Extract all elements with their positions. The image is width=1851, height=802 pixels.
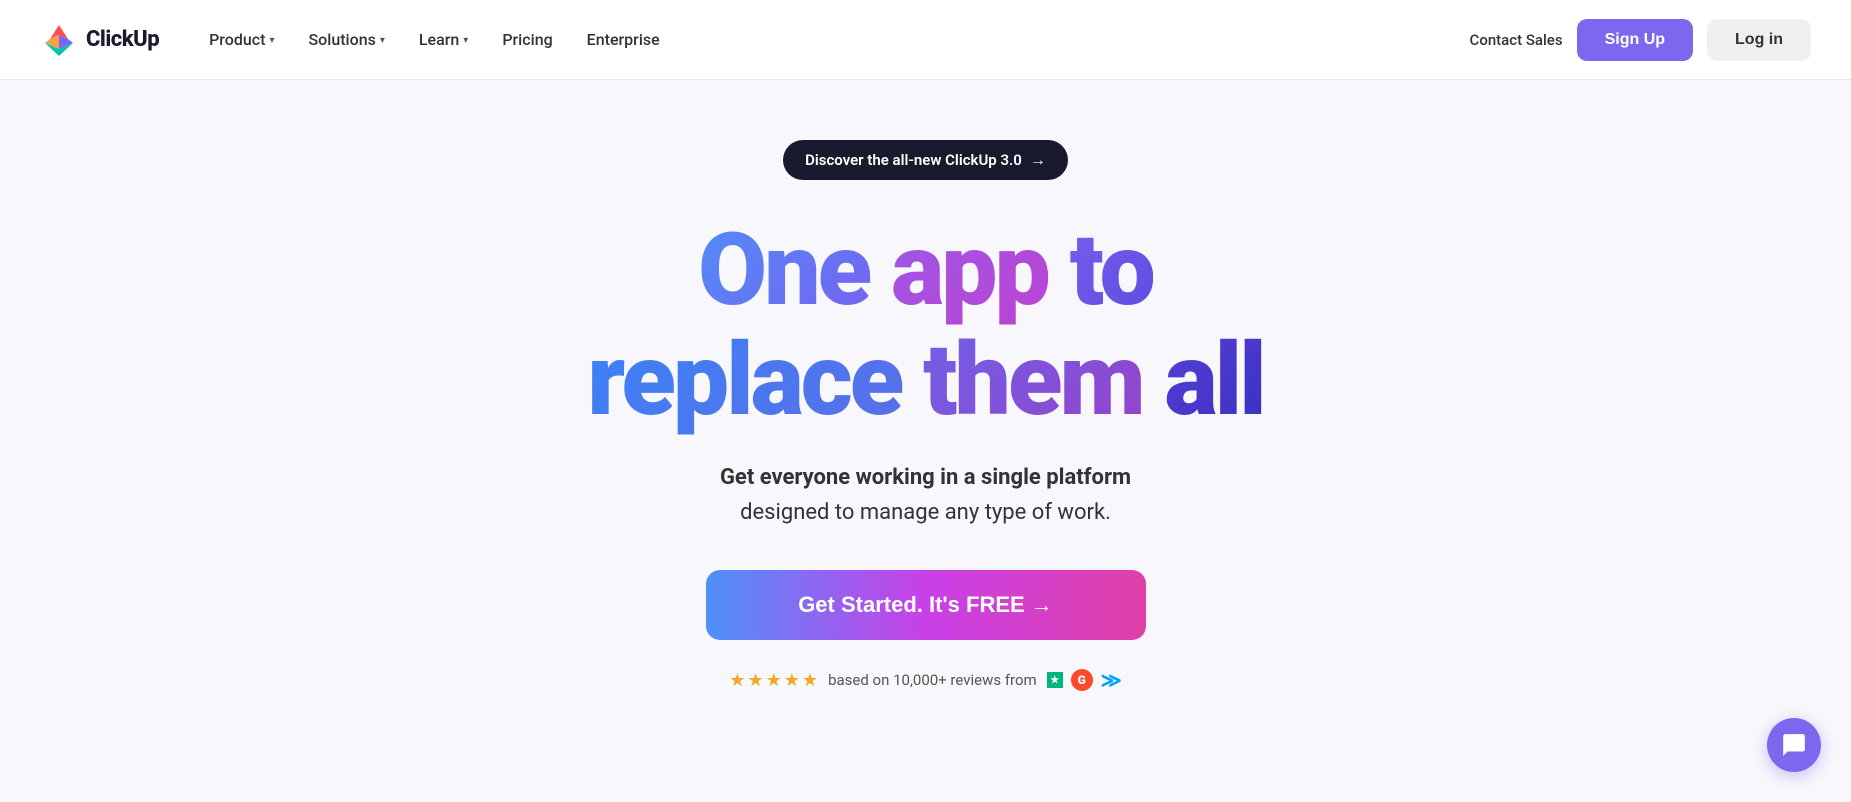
- hero-line2: replace them all: [587, 326, 1263, 436]
- headline-word-all: all: [1165, 322, 1264, 439]
- navbar: ClickUp Product ▾ Solutions ▾ Learn ▾ Pr…: [0, 0, 1851, 80]
- logo[interactable]: ClickUp: [40, 21, 159, 59]
- hero-headline: One app to replace them all: [587, 216, 1263, 436]
- get-started-button[interactable]: Get Started. It's FREE →: [706, 570, 1146, 640]
- trustpilot-logo: ★: [1047, 672, 1063, 688]
- nav-item-solutions[interactable]: Solutions ▾: [294, 22, 398, 57]
- nav-label-product: Product: [209, 30, 265, 49]
- hero-section: Discover the all-new ClickUp 3.0 → One a…: [0, 80, 1851, 732]
- nav-right: Contact Sales Sign Up Log in: [1470, 19, 1811, 61]
- subheadline-normal: designed to manage any type of work.: [740, 500, 1111, 525]
- chat-bubble-button[interactable]: [1767, 718, 1821, 772]
- star-5: ★: [802, 670, 818, 691]
- hero-line1: One app to: [587, 216, 1263, 326]
- subheadline-bold: Get everyone working in a single platfor…: [720, 465, 1131, 490]
- star-1: ★: [729, 670, 745, 691]
- capterra-logo: ≫: [1101, 668, 1122, 692]
- reviews-text: based on 10,000+ reviews from: [828, 671, 1037, 689]
- star-4: ★: [784, 670, 800, 691]
- nav-links: Product ▾ Solutions ▾ Learn ▾ Pricing En…: [195, 22, 1469, 57]
- star-rating: ★ ★ ★ ★ ★: [729, 670, 818, 691]
- nav-label-pricing: Pricing: [502, 30, 552, 49]
- nav-label-learn: Learn: [419, 30, 459, 49]
- nav-item-enterprise[interactable]: Enterprise: [573, 22, 674, 57]
- chat-icon: [1781, 732, 1807, 758]
- g2-logo: G: [1071, 669, 1093, 691]
- chevron-down-icon: ▾: [380, 35, 385, 46]
- announcement-text: Discover the all-new ClickUp 3.0: [805, 151, 1022, 169]
- chevron-down-icon: ▾: [269, 35, 274, 46]
- login-button[interactable]: Log in: [1707, 19, 1811, 61]
- star-2: ★: [748, 670, 764, 691]
- nav-label-solutions: Solutions: [308, 30, 375, 49]
- headline-word-them: them: [923, 322, 1164, 439]
- logo-text: ClickUp: [86, 27, 159, 52]
- headline-word-app: app: [891, 212, 1070, 329]
- headline-word-one: One: [698, 212, 891, 329]
- contact-sales-link[interactable]: Contact Sales: [1470, 31, 1563, 49]
- review-logos: ★ G ≫: [1047, 668, 1122, 692]
- nav-label-enterprise: Enterprise: [587, 30, 660, 49]
- reviews-row: ★ ★ ★ ★ ★ based on 10,000+ reviews from …: [729, 668, 1121, 692]
- nav-item-pricing[interactable]: Pricing: [488, 22, 566, 57]
- headline-word-replace: replace: [587, 322, 923, 439]
- chevron-down-icon: ▾: [463, 35, 468, 46]
- trustpilot-star-icon: ★: [1047, 672, 1063, 688]
- arrow-right-icon: →: [1030, 150, 1046, 170]
- nav-item-product[interactable]: Product ▾: [195, 22, 288, 57]
- nav-item-learn[interactable]: Learn ▾: [405, 22, 482, 57]
- hero-subheadline: Get everyone working in a single platfor…: [720, 460, 1131, 530]
- clickup-logo-icon: [40, 21, 78, 59]
- announcement-pill[interactable]: Discover the all-new ClickUp 3.0 →: [783, 140, 1068, 180]
- star-3: ★: [766, 670, 782, 691]
- headline-word-to: to: [1070, 212, 1153, 329]
- signup-button[interactable]: Sign Up: [1577, 19, 1693, 61]
